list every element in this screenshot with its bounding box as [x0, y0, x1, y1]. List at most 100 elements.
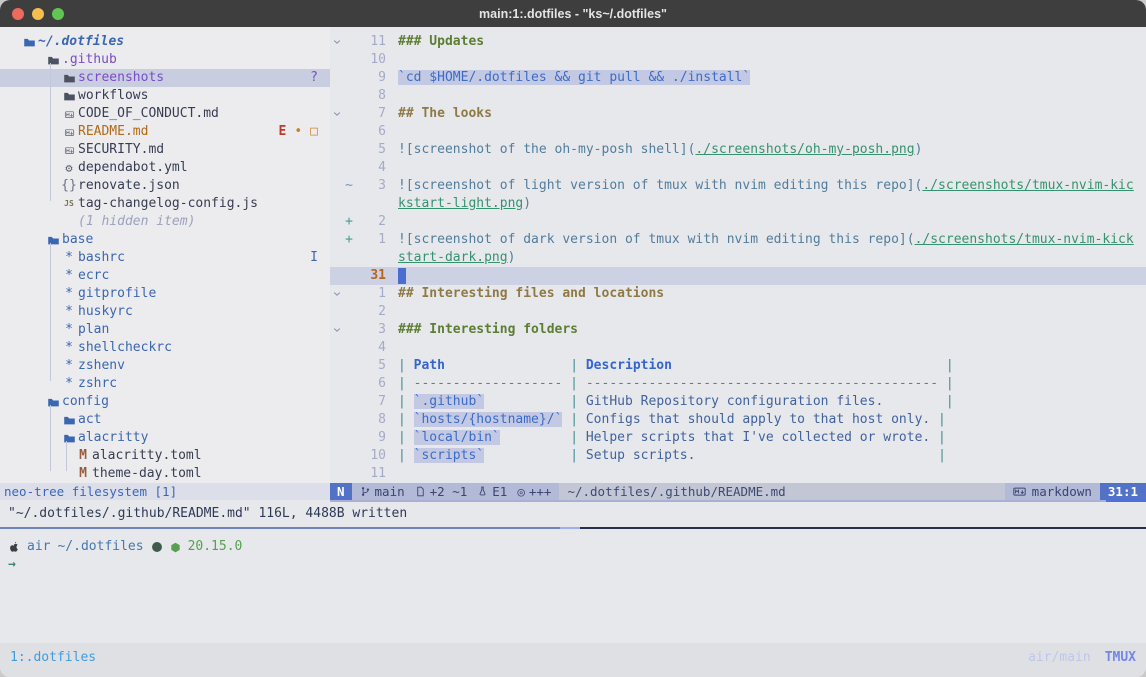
editor-line[interactable]: 9| `local/bin` | Helper scripts that I'v… [330, 429, 1146, 447]
statusline-branch-segment: main [360, 483, 405, 500]
line-number: 10 [354, 51, 386, 69]
md-file-icon [64, 109, 75, 120]
text-segment: | [938, 358, 954, 373]
text-segment: ![screenshot of light version of tmux wi… [398, 178, 922, 193]
tree-item--.dotfiles[interactable]: ~/.dotfiles [0, 33, 330, 51]
close-icon[interactable] [12, 8, 24, 20]
text-segment: GitHub Repository configuration files. [586, 394, 883, 409]
tree-item--1-hidden-item-[interactable]: (1 hidden item) [0, 213, 330, 231]
fold-chevron-icon[interactable] [330, 105, 344, 123]
line-number: 31 [354, 267, 386, 285]
line-number: 7 [354, 393, 386, 411]
target-icon: ◎ [517, 483, 525, 500]
tmux-session-name: air/main [1028, 649, 1091, 667]
branch-icon [360, 486, 371, 497]
md-file-icon [64, 127, 75, 138]
tree-item-label: plan [78, 321, 109, 339]
tree-item-label: tag-changelog-config.js [78, 195, 258, 213]
fold-column [330, 69, 344, 87]
text-segment: ) [523, 196, 531, 211]
fold-chevron-icon[interactable] [330, 321, 344, 339]
editor-line[interactable]: 8| `hosts/{hostname}/` | Configs that sh… [330, 411, 1146, 429]
editor-line[interactable]: 4 [330, 159, 1146, 177]
neotree-statusline: neo-tree filesystem [1] [0, 483, 330, 500]
tree-indent-guide [50, 63, 51, 201]
text-segment: ./screenshots/tmux-nvim-kic [922, 178, 1133, 193]
editor-line[interactable]: +2 [330, 213, 1146, 231]
gitsign-column: + [344, 213, 354, 231]
folder-icon [63, 414, 76, 427]
editor-line[interactable]: 8 [330, 87, 1146, 105]
folder-icon [47, 396, 60, 409]
cursor-block [398, 268, 406, 284]
editor-line[interactable]: 6 [330, 123, 1146, 141]
line-text: ### Interesting folders [386, 321, 578, 339]
text-segment [883, 394, 938, 409]
editor-line[interactable]: 9`cd $HOME/.dotfiles && git pull && ./in… [330, 69, 1146, 87]
editor-line[interactable]: start-dark.png) [330, 249, 1146, 267]
tree-item-label: gitprofile [78, 285, 156, 303]
statusline-underline [0, 500, 1146, 502]
line-text [386, 267, 406, 285]
text-segment: | [930, 412, 946, 427]
editor-line[interactable]: 11 [330, 465, 1146, 483]
zoom-icon[interactable] [52, 8, 64, 20]
editor-line[interactable]: kstart-light.png) [330, 195, 1146, 213]
editor-line[interactable]: 11### Updates [330, 33, 1146, 51]
editor-current-line[interactable]: 31 [330, 267, 1146, 285]
fold-chevron-icon[interactable] [330, 33, 344, 51]
gitsign-column [344, 375, 354, 393]
neotree-panel[interactable]: ~/.dotfiles.githubscreenshots?workflowsC… [0, 27, 330, 483]
statusline-segment-text: E1 [492, 483, 507, 500]
editor-panel[interactable]: 11### Updates109`cd $HOME/.dotfiles && g… [330, 27, 1146, 483]
statusline-segment-text: +2 ~1 [430, 483, 468, 500]
toml-icon: M [79, 465, 87, 483]
tree-item-label: renovate.json [78, 177, 180, 195]
editor-line[interactable]: 3### Interesting folders [330, 321, 1146, 339]
minimize-icon[interactable] [32, 8, 44, 20]
tmux-statusbar: 1:.dotfiles air/main TMUX [0, 643, 1146, 677]
editor-line[interactable]: 4 [330, 339, 1146, 357]
line-text [386, 159, 398, 177]
editor-line[interactable]: 7| `.github` | GitHub Repository configu… [330, 393, 1146, 411]
node-version: 20.15.0 [188, 538, 243, 556]
editor-line[interactable]: 7## The looks [330, 105, 1146, 123]
editor-line[interactable]: 1## Interesting files and locations [330, 285, 1146, 303]
markdown-icon [1013, 485, 1026, 498]
folder-icon [63, 72, 76, 85]
editor-line[interactable]: 10| `scripts` | Setup scripts. | [330, 447, 1146, 465]
text-segment: ### Updates [398, 34, 484, 49]
editor-line[interactable]: 5| Path | Description | [330, 357, 1146, 375]
shell-pane[interactable]: air ~/.dotfiles 20.15.0 → [0, 529, 1146, 643]
star-icon: * [65, 249, 73, 267]
fold-column [330, 447, 344, 465]
line-text: start-dark.png) [386, 249, 515, 267]
tree-item-label: alacritty.toml [92, 447, 202, 465]
gitsign-column [344, 105, 354, 123]
line-number: 4 [354, 339, 386, 357]
tmux-window-name[interactable]: 1:.dotfiles [10, 649, 96, 667]
editor-line[interactable]: 10 [330, 51, 1146, 69]
editor-line[interactable]: ~3![screenshot of light version of tmux … [330, 177, 1146, 195]
statusline-flask-segment: E1 [477, 483, 507, 500]
gitsign-column [344, 141, 354, 159]
traffic-lights [12, 0, 64, 27]
fold-chevron-icon[interactable] [330, 285, 344, 303]
editor-line[interactable]: 6| ------------------- | ---------------… [330, 375, 1146, 393]
line-number: 5 [354, 141, 386, 159]
text-segment [500, 430, 563, 445]
line-number: 1 [354, 231, 386, 249]
line-text [386, 339, 398, 357]
star-icon: * [65, 339, 73, 357]
tree-item-badge: ? [310, 69, 318, 87]
line-text: | `local/bin` | Helper scripts that I've… [386, 429, 946, 447]
titlebar[interactable]: main:1:.dotfiles - "ks~/.dotfiles" [0, 0, 1146, 27]
star-icon: * [65, 285, 73, 303]
editor-line[interactable]: 5![screenshot of the oh-my-posh shell](.… [330, 141, 1146, 159]
editor-line[interactable]: +1![screenshot of dark version of tmux w… [330, 231, 1146, 249]
line-number: 3 [354, 177, 386, 195]
tmux-pane-border[interactable] [0, 527, 1146, 529]
editor-line[interactable]: 2 [330, 303, 1146, 321]
gitsign-column [344, 123, 354, 141]
gitsign-column [344, 357, 354, 375]
